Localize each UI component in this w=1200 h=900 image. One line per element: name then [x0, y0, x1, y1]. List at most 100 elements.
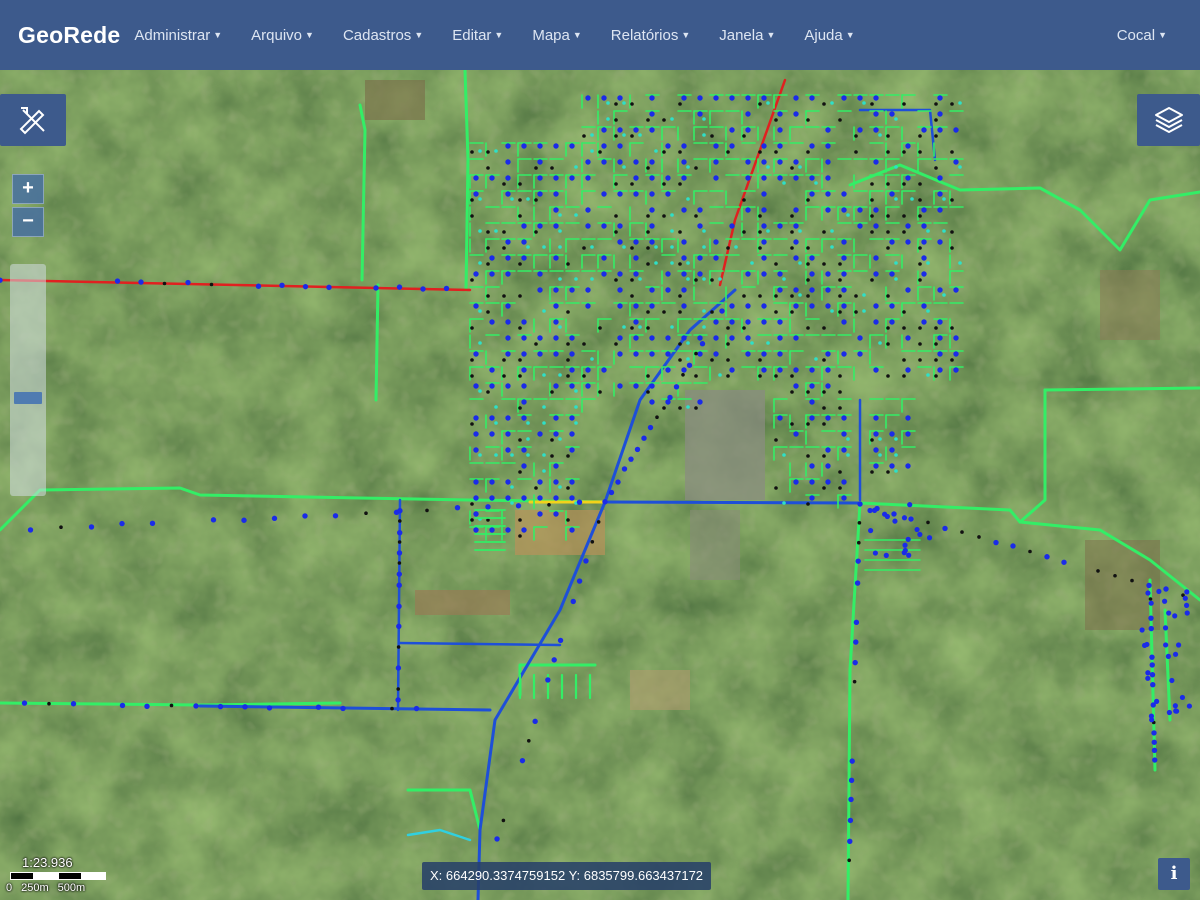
menu-administrar[interactable]: Administrar ▼ — [134, 27, 222, 44]
network-node — [761, 159, 767, 165]
network-pole — [630, 326, 634, 330]
menu-janela[interactable]: Janela ▼ — [719, 27, 775, 44]
network-node — [606, 101, 610, 105]
network-node — [649, 399, 655, 405]
network-pole — [646, 214, 650, 218]
menu-arquivo[interactable]: Arquivo ▼ — [251, 27, 314, 44]
network-pole — [518, 438, 522, 442]
network-node — [473, 303, 479, 309]
network-node — [396, 284, 403, 290]
network-pole — [758, 358, 762, 362]
network-pole — [758, 214, 762, 218]
network-node — [825, 287, 831, 293]
network-node — [713, 143, 719, 149]
network-node — [1172, 703, 1178, 709]
network-node — [537, 175, 543, 181]
network-node — [908, 516, 914, 522]
network-pole — [678, 358, 682, 362]
network-pole — [742, 294, 746, 298]
network-node — [473, 431, 479, 437]
network-node — [585, 223, 591, 229]
network-node — [601, 223, 607, 229]
network-node — [576, 499, 583, 505]
network-node — [489, 431, 495, 437]
network-node — [1162, 598, 1168, 604]
network-node — [545, 677, 551, 683]
network-node — [670, 213, 674, 217]
network-node — [473, 527, 479, 533]
menu-mapa[interactable]: Mapa ▼ — [532, 27, 581, 44]
network-pole — [710, 310, 714, 314]
zoom-out-button[interactable]: − — [12, 207, 44, 237]
network-node — [825, 207, 831, 213]
network-pole — [758, 230, 762, 234]
network-pole — [630, 182, 634, 186]
network-node — [793, 335, 799, 341]
network-node — [558, 325, 562, 329]
network-node — [665, 351, 671, 357]
network-node — [1186, 703, 1193, 709]
network-pole — [726, 246, 730, 250]
network-node — [649, 159, 655, 165]
network-pole — [758, 374, 762, 378]
network-pole — [774, 438, 778, 442]
network-node — [921, 127, 927, 133]
primary-line — [0, 486, 612, 532]
network-node — [553, 143, 559, 149]
map-viewport[interactable]: + − 1:23.936 0 250m 500m — [0, 70, 1200, 900]
primary-line — [1043, 386, 1200, 392]
network-node — [1182, 595, 1188, 601]
network-node — [617, 383, 623, 389]
network-node — [1166, 610, 1172, 616]
layers-button[interactable] — [1137, 94, 1200, 146]
network-node — [745, 175, 751, 181]
network-node — [825, 127, 831, 133]
zoom-slider-thumb[interactable] — [14, 392, 42, 404]
network-node — [793, 223, 799, 229]
network-node — [681, 335, 687, 341]
zoom-slider[interactable] — [10, 264, 46, 496]
network-node — [1165, 653, 1171, 659]
menu-label: Relatórios — [610, 26, 679, 44]
network-node — [841, 415, 847, 421]
network-node — [878, 453, 882, 457]
network-node — [793, 95, 799, 101]
network-node — [761, 239, 767, 245]
network-pole — [566, 454, 570, 458]
network-node — [569, 447, 575, 453]
network-node — [937, 191, 943, 197]
menu-user[interactable]: Cocal ▼ — [1117, 27, 1167, 44]
network-pole — [630, 246, 634, 250]
network-node — [793, 367, 799, 373]
network-node — [905, 415, 911, 421]
menu-ajuda[interactable]: Ajuda ▼ — [804, 27, 854, 44]
network-node — [873, 271, 879, 277]
network-node — [647, 424, 654, 431]
network-node — [953, 351, 959, 357]
menu-cadastros[interactable]: Cadastros ▼ — [343, 27, 423, 44]
network-pole — [630, 294, 634, 298]
network-node — [521, 383, 527, 389]
network-node — [494, 453, 498, 457]
network-node — [926, 229, 930, 233]
network-node — [914, 526, 920, 533]
network-node — [750, 261, 754, 265]
network-pole — [742, 134, 746, 138]
network-node — [953, 159, 959, 165]
app-logo[interactable]: GeoRede — [18, 22, 120, 49]
info-button[interactable]: i — [1158, 858, 1190, 890]
network-pole — [662, 214, 666, 218]
zoom-in-button[interactable]: + — [12, 174, 44, 204]
network-node — [1162, 625, 1169, 631]
menu-editar[interactable]: Editar ▼ — [452, 27, 503, 44]
menu-relatorios[interactable]: Relatórios ▼ — [611, 27, 690, 44]
network-pole — [902, 182, 906, 186]
network-node — [713, 95, 719, 101]
network-node — [478, 309, 482, 313]
network-node — [793, 287, 799, 293]
drafting-tools-button[interactable] — [0, 94, 66, 146]
network-pole — [886, 214, 890, 218]
network-node — [926, 535, 933, 541]
network-node — [241, 517, 247, 523]
network-pole — [1148, 597, 1153, 601]
